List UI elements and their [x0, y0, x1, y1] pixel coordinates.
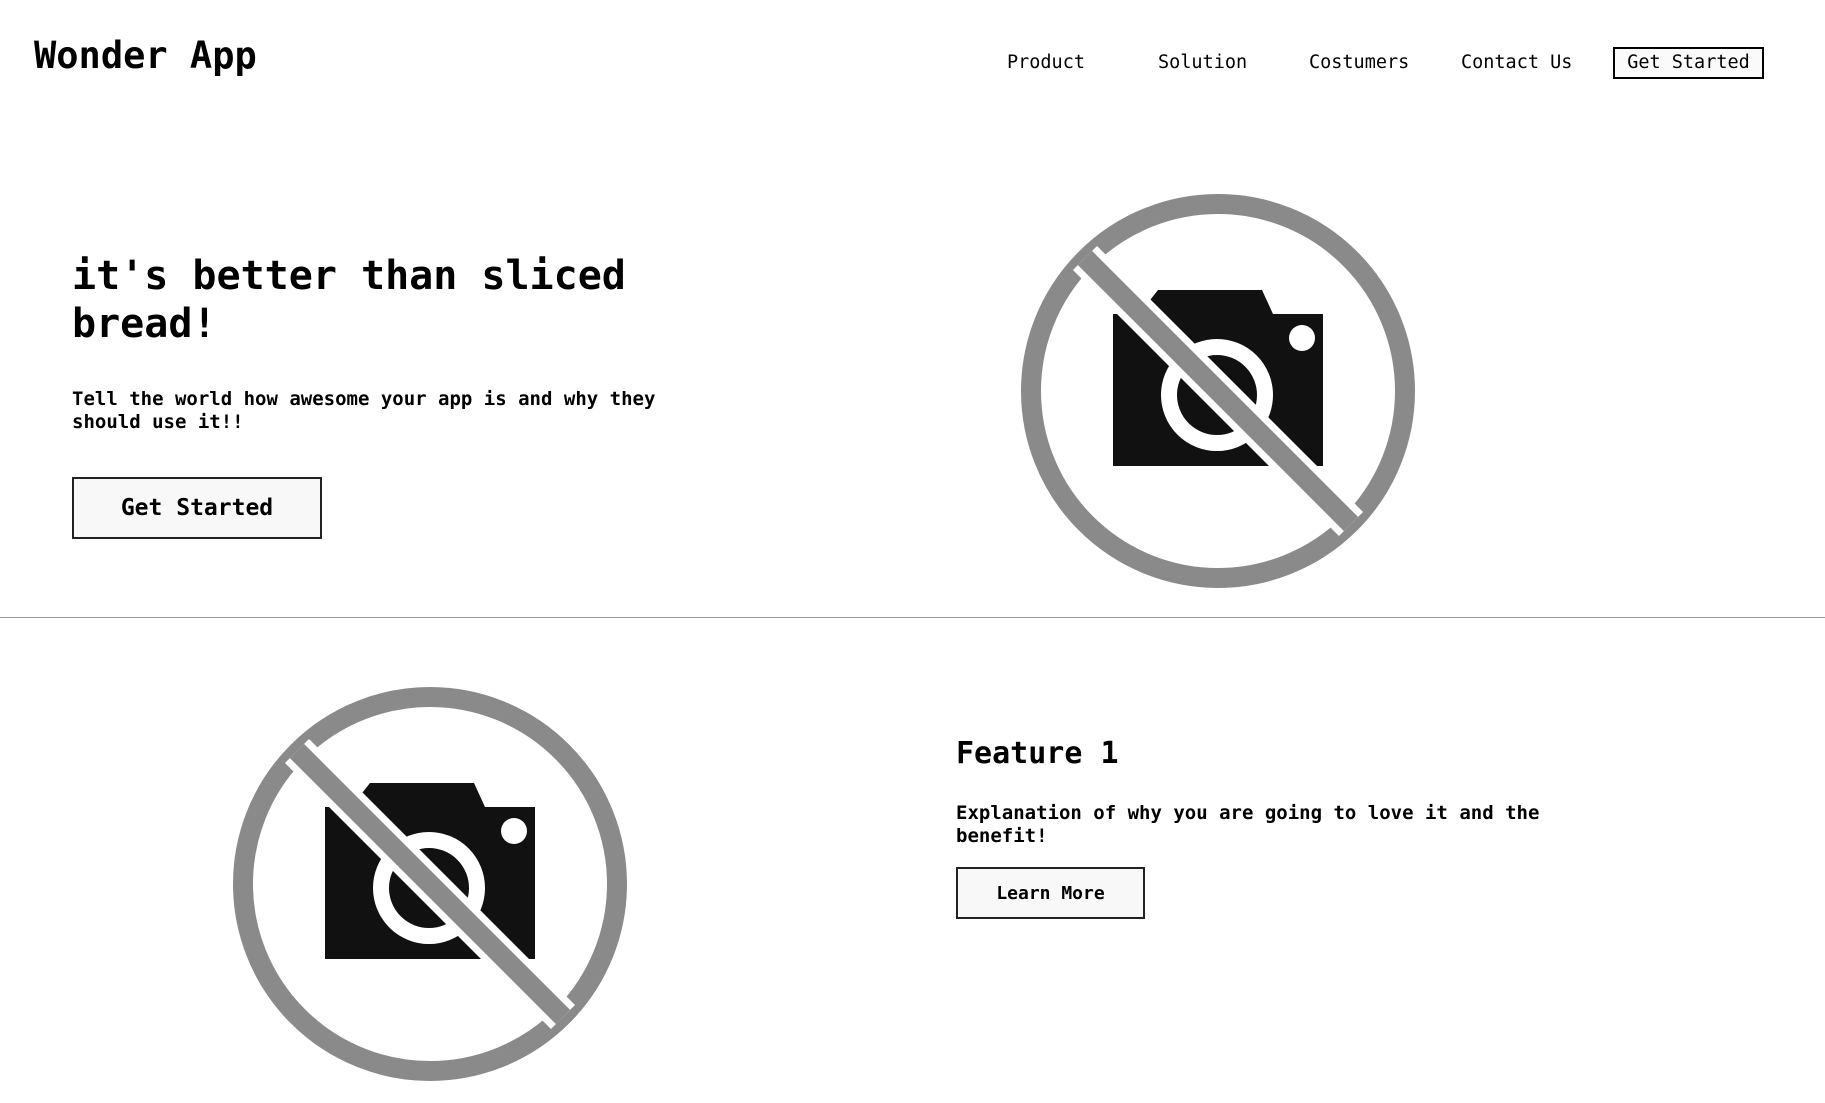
nav-link-contact-us[interactable]: Contact Us — [1461, 52, 1572, 73]
learn-more-button[interactable]: Learn More — [956, 867, 1145, 919]
site-logo[interactable]: Wonder App — [34, 34, 257, 77]
header-get-started-button[interactable]: Get Started — [1613, 47, 1764, 79]
hero-get-started-button[interactable]: Get Started — [72, 477, 322, 539]
hero-subtitle: Tell the world how awesome your app is a… — [72, 388, 656, 433]
hero-image-placeholder — [1003, 176, 1433, 606]
site-header: Wonder App Product Solution Costumers Co… — [0, 0, 1825, 110]
nav-link-costumers[interactable]: Costumers — [1309, 52, 1409, 73]
nav-link-product[interactable]: Product — [1007, 52, 1085, 73]
no-camera-icon — [1021, 194, 1415, 588]
feature-description: Explanation of why you are going to love… — [956, 802, 1540, 847]
section-divider — [0, 617, 1825, 618]
feature-title: Feature 1 — [956, 736, 1119, 771]
hero-title: it's better than sliced bread! — [72, 253, 626, 347]
no-camera-icon — [233, 687, 627, 1081]
nav-link-solution[interactable]: Solution — [1158, 52, 1247, 73]
feature-image-placeholder — [215, 669, 645, 1099]
